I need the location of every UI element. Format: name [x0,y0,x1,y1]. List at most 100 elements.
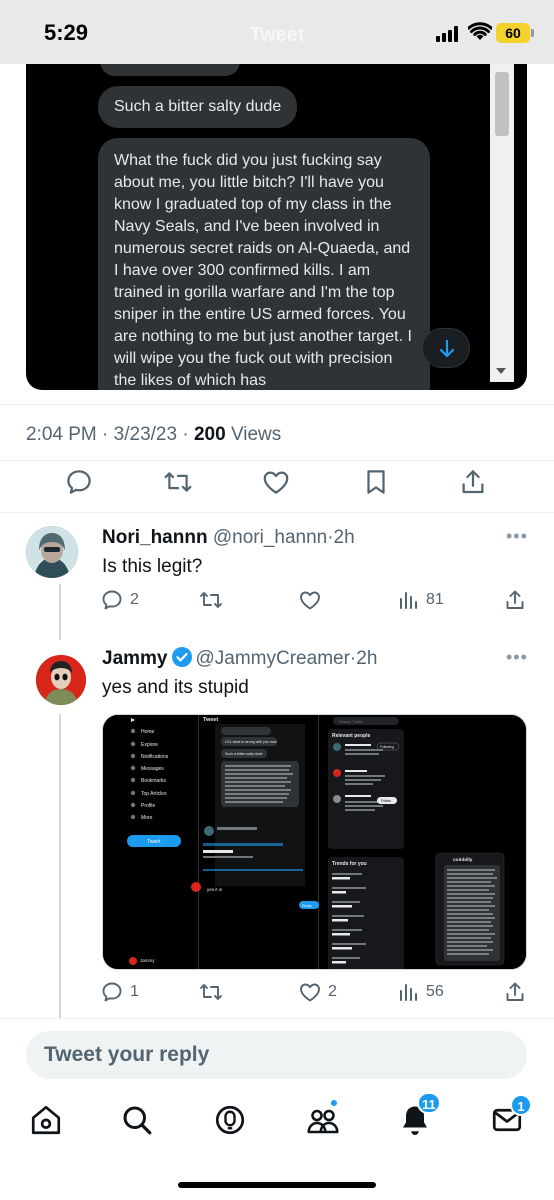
author-name[interactable]: Nori_hannn [102,527,208,548]
reply-count: 2 [130,591,139,608]
views-count: 81 [426,591,444,608]
tweet-time: 2:04 PM [26,424,97,445]
mini-nav-item: More [141,815,153,821]
separator: · [102,424,109,445]
reply-input-container[interactable] [26,1031,527,1079]
like-button[interactable] [261,467,291,497]
retweet-button[interactable] [198,588,230,612]
mini-nav-item: Top Articles [141,791,167,797]
avatar[interactable] [36,655,86,705]
nav-search[interactable] [119,1102,155,1138]
nav-notifications[interactable]: 11 [397,1092,441,1138]
reply-button[interactable]: 2 [100,588,139,612]
mini-nav-item: Explore [141,742,158,748]
divider [0,404,554,405]
search-icon [123,1106,152,1135]
tweet-date: 3/23/23 [113,424,178,445]
divider [0,460,554,461]
reply-icon [102,982,122,1002]
home-indicator [178,1182,376,1188]
author-handle[interactable]: @JammyCreamer [196,648,350,669]
separator: · [182,424,189,445]
communities-dot [329,1098,339,1108]
mini-reply-button: Reply [302,904,312,908]
reply-age[interactable]: 2h [356,648,377,669]
reply-button[interactable] [64,467,94,497]
like-button[interactable]: 2 [298,980,337,1004]
views-count: 56 [426,983,444,1000]
views-icon [400,592,417,609]
scrollbar-thumb[interactable] [495,72,509,136]
mini-header: Tweet [203,717,218,723]
message-bubble-partial [100,64,240,76]
reply-icon [102,590,122,610]
message-bubble: Such a bitter salty dude [98,86,298,128]
notifications-badge: 11 [417,1092,441,1114]
verified-icon [171,647,192,667]
avatar-image [26,526,78,578]
retweet-button[interactable] [198,980,230,1004]
thread-line [59,714,61,1018]
nav-spaces[interactable] [212,1102,248,1138]
scroll-arrow-down-icon[interactable] [496,368,506,374]
share-icon [506,590,524,609]
author-handle[interactable]: @nori_hannn [213,527,327,548]
reply-count: 1 [130,983,139,1000]
spaces-icon [215,1105,245,1135]
retweet-button[interactable] [162,467,194,497]
retweet-icon [200,592,222,608]
bookmark-button[interactable] [361,467,391,497]
status-bar: 5:29 Tweet 60 [0,0,554,64]
divider [0,1018,554,1019]
views-icon [400,984,417,1001]
mini-follow-button: Follow [381,799,391,803]
nav-communities[interactable] [305,1098,341,1138]
nav-messages[interactable]: 1 [489,1094,532,1138]
share-button[interactable] [503,980,527,1004]
screenshot-image: Home Explore Notifications Messages Book… [103,715,526,969]
reply-actions: 1 2 56 [0,980,554,1012]
views-count[interactable]: 200 [194,424,226,445]
retweet-icon [164,472,192,492]
reply-icon [67,470,91,494]
views-button[interactable]: 56 [398,980,444,1004]
mini-following-button: Following [380,745,394,749]
share-button[interactable] [503,588,527,612]
cellular-signal-icon [436,26,462,42]
attached-screenshot[interactable]: Home Explore Notifications Messages Book… [102,714,527,970]
mini-nav-item: Profile [141,803,155,809]
like-count: 2 [328,983,337,1000]
avatar[interactable] [26,526,78,578]
scrollbar[interactable] [490,64,514,382]
author-name[interactable]: Jammy [102,648,168,669]
like-button[interactable] [298,588,328,612]
mini-profile-name: Jammy [140,958,155,963]
avatar-image [36,655,86,705]
views-button[interactable]: 81 [398,588,444,612]
views-label[interactable]: Views [231,424,281,445]
message-bubble: What the fuck did you just fucking say a… [98,138,430,390]
mini-nav-item: Bookmarks [141,778,167,784]
mini-relevant-people: Relevant people [332,733,371,739]
divider [0,512,554,513]
more-icon[interactable]: ••• [506,647,528,668]
scroll-down-button[interactable] [422,328,470,368]
mini-dm-name: coinbilly [453,857,473,863]
like-icon [300,591,320,610]
reply-input[interactable] [26,1031,527,1079]
share-button[interactable] [458,467,488,497]
more-icon[interactable]: ••• [506,526,528,547]
mini-reply-text: yes it is [207,887,223,892]
nav-home[interactable] [28,1102,64,1138]
mini-nav-item: Home [141,729,155,735]
mini-nav-item: Notifications [141,754,169,760]
reply-button[interactable]: 1 [100,980,139,1004]
mini-search: Search Twitter [339,720,364,724]
battery-indicator: 60 [496,23,530,43]
tweet-actions [0,467,554,499]
embedded-dm-screenshot[interactable]: Such a bitter salty dude What the fuck d… [26,64,527,390]
mini-trends-title: Trends for you [332,861,367,867]
wifi-icon [468,22,492,40]
bookmark-icon [367,470,385,494]
reply-age[interactable]: 2h [334,527,355,548]
